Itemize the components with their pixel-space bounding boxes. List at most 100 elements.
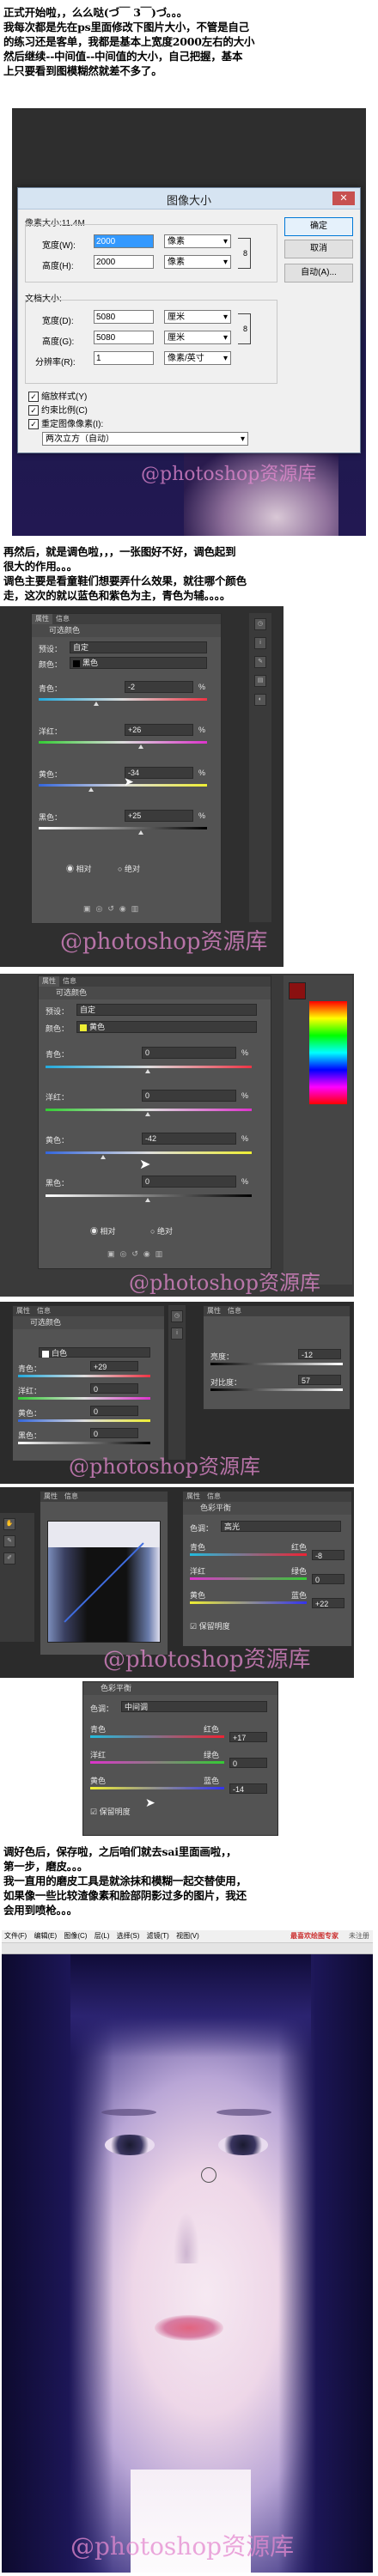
yellow-blue-slider[interactable]: [190, 1601, 307, 1604]
height-input[interactable]: 2000: [94, 255, 154, 269]
yellow-input[interactable]: -34: [125, 767, 193, 779]
absolute-radio[interactable]: ○ 绝对: [150, 1225, 173, 1236]
menu-select[interactable]: 选择(S): [114, 1932, 143, 1940]
black-slider[interactable]: [39, 827, 207, 829]
eye-icon[interactable]: ◉: [143, 1249, 155, 1258]
layers-icon[interactable]: ▤: [254, 675, 266, 687]
magenta-slider[interactable]: [18, 1397, 150, 1400]
tab-info[interactable]: 信息: [204, 1492, 224, 1502]
magenta-slider[interactable]: [46, 1109, 252, 1111]
trash-icon[interactable]: ▥: [131, 904, 144, 913]
tone-select[interactable]: 中间调: [121, 1701, 267, 1712]
black-slider[interactable]: [18, 1442, 150, 1444]
clip-icon[interactable]: ▣: [107, 1249, 120, 1258]
preserve-checkbox[interactable]: ☑ 保留明度: [190, 1620, 230, 1631]
tab-properties[interactable]: 属性: [40, 1492, 61, 1502]
curves-histogram[interactable]: [47, 1521, 161, 1643]
tab-properties[interactable]: 属性: [39, 976, 59, 987]
doc-width-input[interactable]: 5080: [94, 310, 154, 324]
cyan-slider[interactable]: [46, 1066, 252, 1068]
contrast-input[interactable]: 57: [298, 1375, 341, 1385]
magenta-green-input[interactable]: 0: [312, 1574, 344, 1584]
colors-select[interactable]: 白色: [39, 1347, 150, 1358]
doc-width-unit[interactable]: 厘米 ▾: [164, 310, 231, 324]
magenta-green-slider[interactable]: [90, 1761, 224, 1764]
pen-icon[interactable]: ✎: [3, 1535, 15, 1547]
brush-icon[interactable]: ✎: [254, 656, 266, 668]
slider-thumb[interactable]: [94, 702, 99, 706]
yellow-blue-input[interactable]: -14: [229, 1783, 267, 1794]
cyan-red-input[interactable]: -8: [312, 1550, 344, 1560]
width-input[interactable]: 2000: [94, 234, 154, 248]
black-input[interactable]: 0: [142, 1176, 236, 1188]
cyan-red-slider[interactable]: [90, 1735, 224, 1738]
cyan-input[interactable]: +29: [90, 1361, 138, 1371]
magenta-green-slider[interactable]: [190, 1577, 307, 1580]
resample-checkbox[interactable]: ✓ 重定图像像素(I):: [28, 416, 103, 429]
cyan-slider[interactable]: [18, 1375, 150, 1377]
cyan-input[interactable]: 0: [142, 1047, 236, 1059]
cancel-button[interactable]: 取消: [284, 240, 353, 258]
relative-radio[interactable]: ◉ 相对: [66, 863, 92, 874]
resolution-unit[interactable]: 像素/英寸 ▾: [164, 351, 231, 365]
info-icon[interactable]: i: [254, 637, 266, 649]
brightness-input[interactable]: -12: [298, 1349, 341, 1359]
tab-info[interactable]: 信息: [224, 1306, 245, 1316]
history-icon[interactable]: ◷: [171, 1310, 183, 1322]
magenta-input[interactable]: 0: [142, 1090, 236, 1102]
brightness-slider[interactable]: [210, 1363, 343, 1365]
clip-icon[interactable]: ▣: [83, 904, 96, 913]
reset-icon[interactable]: ↺: [107, 904, 119, 913]
menu-edit[interactable]: 编辑(E): [31, 1932, 59, 1940]
black-input[interactable]: 0: [90, 1428, 138, 1438]
info-icon[interactable]: i: [171, 1327, 183, 1340]
height-unit-select[interactable]: 像素 ▾: [164, 255, 231, 269]
preset-select[interactable]: 自定: [70, 641, 207, 653]
color-swatch-red[interactable]: [289, 982, 306, 999]
yellow-slider[interactable]: [18, 1419, 150, 1422]
tab-info[interactable]: 信息: [59, 976, 80, 987]
preserve-checkbox[interactable]: ☑ 保留明度: [90, 1806, 131, 1817]
tab-properties[interactable]: 属性: [183, 1492, 204, 1502]
yellow-input[interactable]: 0: [90, 1406, 138, 1416]
trash-icon[interactable]: ▥: [155, 1249, 168, 1258]
yellow-blue-slider[interactable]: [90, 1787, 224, 1789]
resample-method-select[interactable]: 两次立方（自动） ▾: [42, 432, 248, 446]
slider-thumb[interactable]: [145, 1112, 150, 1116]
menu-filter[interactable]: 滤镜(T): [144, 1932, 172, 1940]
slider-thumb[interactable]: [101, 1155, 106, 1159]
cyan-red-input[interactable]: +17: [229, 1732, 267, 1742]
preset-select[interactable]: 自定: [76, 1004, 257, 1016]
black-input[interactable]: +25: [125, 810, 193, 822]
constrain-checkbox[interactable]: ✓ 约束比例(C): [28, 403, 88, 416]
black-slider[interactable]: [46, 1194, 252, 1197]
absolute-radio[interactable]: ○ 绝对: [118, 863, 140, 874]
eye-icon[interactable]: ◉: [119, 904, 131, 913]
tab-properties[interactable]: 属性: [13, 1306, 34, 1316]
slider-thumb[interactable]: [138, 744, 143, 749]
tab-info[interactable]: 信息: [61, 1492, 82, 1502]
yellow-blue-input[interactable]: +22: [312, 1598, 344, 1608]
resolution-input[interactable]: 1: [94, 351, 154, 365]
tab-info[interactable]: 信息: [34, 1306, 54, 1316]
yellow-input[interactable]: -42: [142, 1133, 236, 1145]
yellow-slider[interactable]: [39, 784, 207, 787]
slider-thumb[interactable]: [145, 1198, 150, 1202]
contrast-slider[interactable]: [210, 1388, 343, 1391]
history-icon[interactable]: ◷: [254, 618, 266, 630]
cyan-input[interactable]: -2: [125, 681, 193, 693]
adjust-icon[interactable]: ◐: [254, 694, 266, 706]
close-icon[interactable]: ✕: [332, 191, 355, 205]
ok-button[interactable]: 确定: [284, 217, 353, 236]
tab-properties[interactable]: 属性: [32, 614, 52, 624]
menu-image[interactable]: 图像(C): [61, 1932, 89, 1940]
slider-thumb[interactable]: [145, 1069, 150, 1073]
tab-info[interactable]: 信息: [52, 614, 73, 624]
scale-styles-checkbox[interactable]: ✓ 缩放样式(Y): [28, 389, 87, 402]
cyan-red-slider[interactable]: [190, 1553, 307, 1556]
color-spectrum[interactable]: [309, 1001, 347, 1104]
colors-select[interactable]: 黑色: [70, 657, 207, 669]
sai-canvas[interactable]: [2, 1954, 373, 2573]
doc-height-unit[interactable]: 厘米 ▾: [164, 331, 231, 344]
colors-select[interactable]: 黄色: [76, 1021, 257, 1033]
